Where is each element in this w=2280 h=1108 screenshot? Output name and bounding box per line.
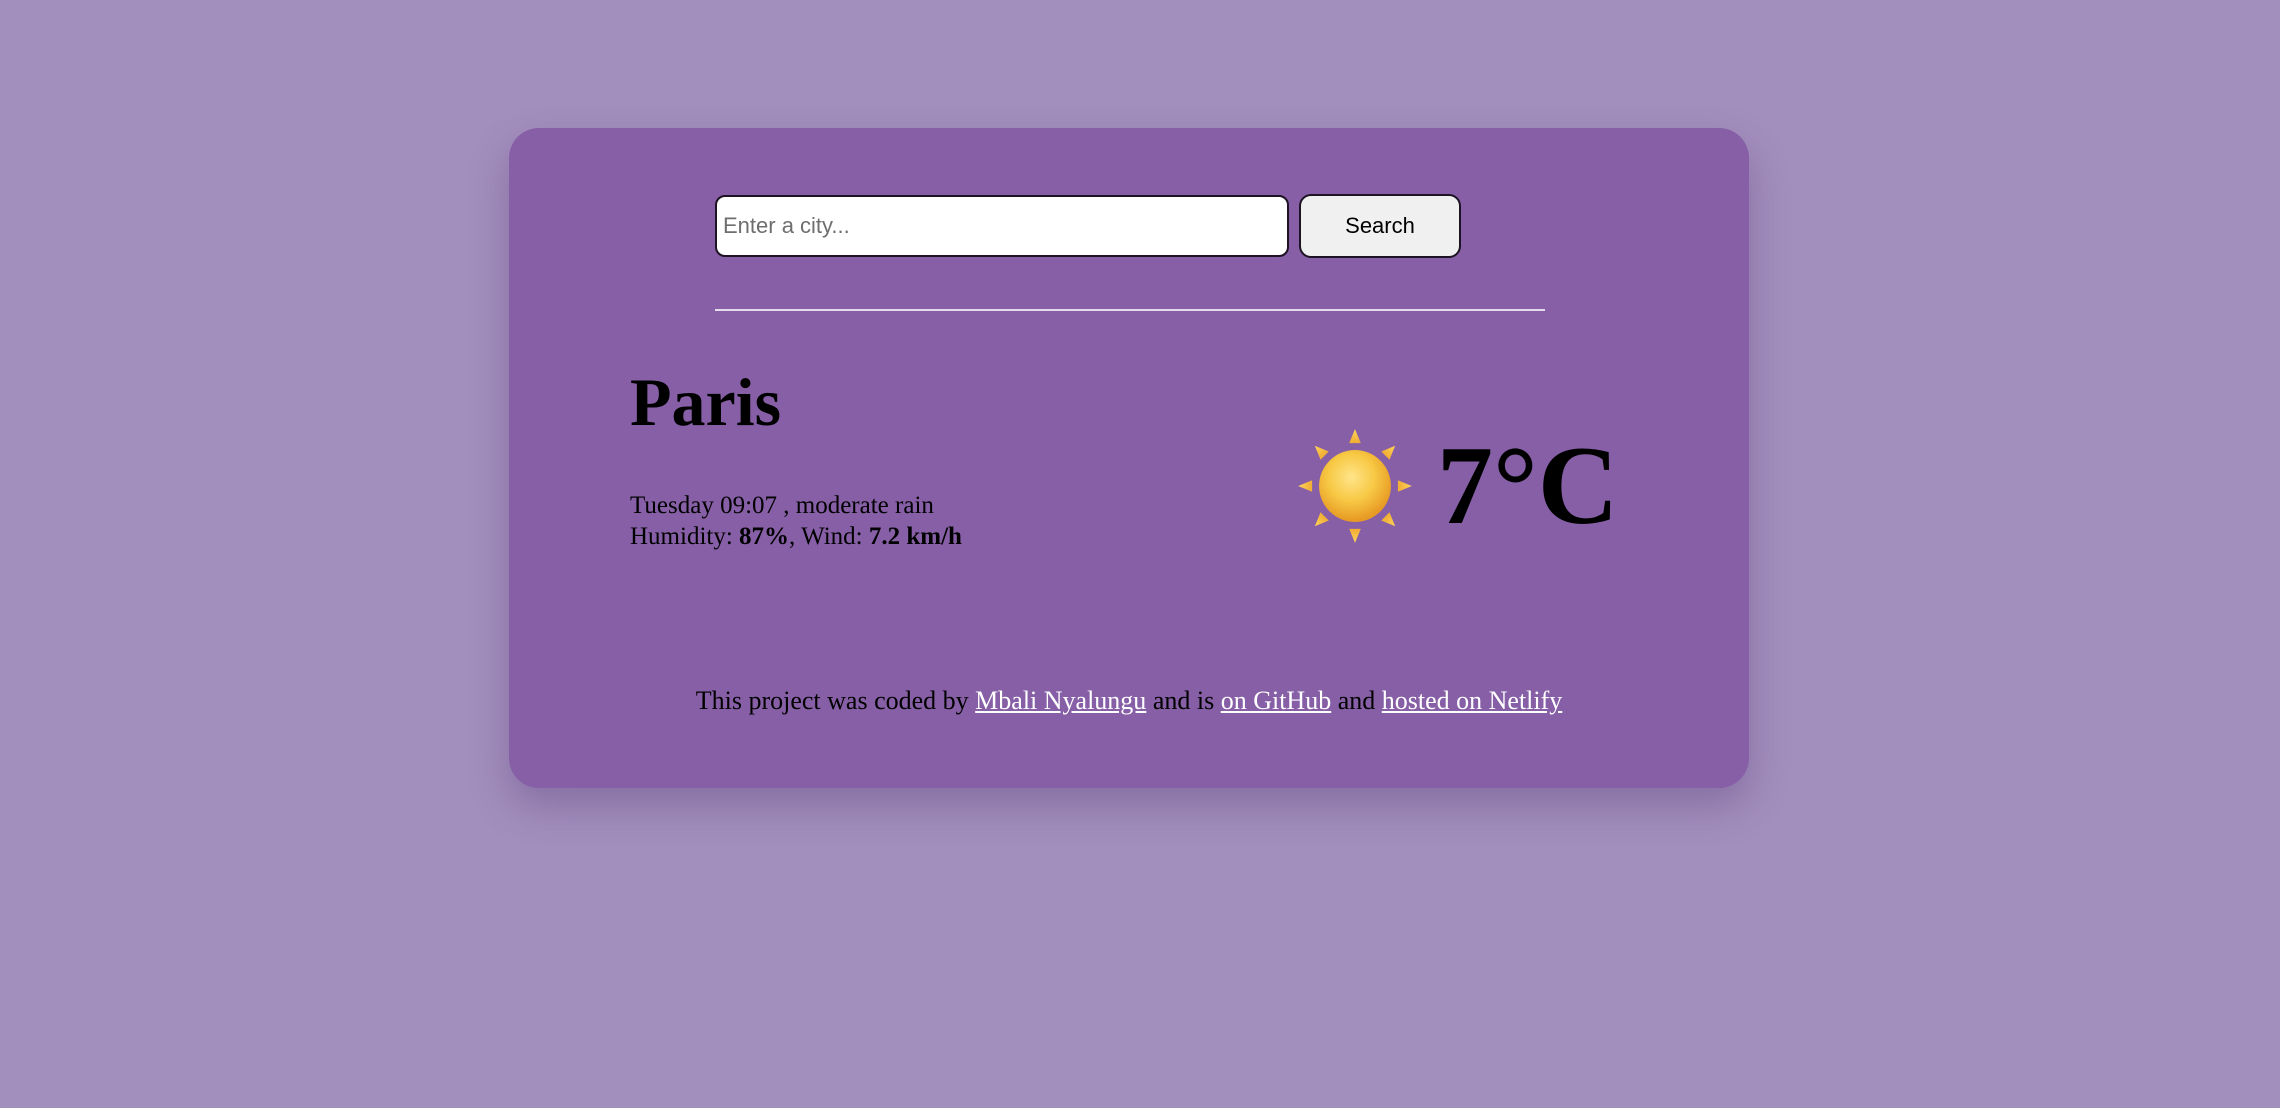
weather-details: Tuesday 09:07 , moderate rain Humidity: … <box>630 490 962 552</box>
author-link[interactable]: Mbali Nyalungu <box>975 686 1146 715</box>
weather-description: moderate rain <box>795 492 934 519</box>
footer-and: and <box>1331 686 1382 715</box>
current-weather: 7°C <box>1297 428 1619 544</box>
day-time: Tuesday 09:07 <box>630 492 778 519</box>
footer: This project was coded by Mbali Nyalungu… <box>509 686 1749 716</box>
divider <box>715 309 1545 311</box>
humidity-label: Humidity: <box>630 523 740 550</box>
footer-prefix: This project was coded by <box>695 686 976 715</box>
search-button[interactable]: Search <box>1299 194 1461 258</box>
sun-icon <box>1298 429 1412 543</box>
temperature: 7°C <box>1437 424 1619 548</box>
github-link[interactable]: on GitHub <box>1221 686 1332 715</box>
city-name: Paris <box>630 364 782 440</box>
weather-card: Search Paris Tuesday 09:07 , moderate ra… <box>509 128 1749 788</box>
wind-label: , Wind: <box>789 523 869 550</box>
netlify-link[interactable]: hosted on Netlify <box>1382 686 1563 715</box>
city-search-input[interactable] <box>715 195 1289 257</box>
humidity-value: 87% <box>739 523 790 550</box>
details-separator: , <box>777 492 796 519</box>
footer-middle: and is <box>1146 686 1221 715</box>
humidity-wind-line: Humidity: 87%, Wind: 7.2 km/h <box>630 521 962 552</box>
wind-value: 7.2 km/h <box>868 523 962 550</box>
date-description-line: Tuesday 09:07 , moderate rain <box>630 490 962 521</box>
search-form: Search <box>715 194 1461 258</box>
